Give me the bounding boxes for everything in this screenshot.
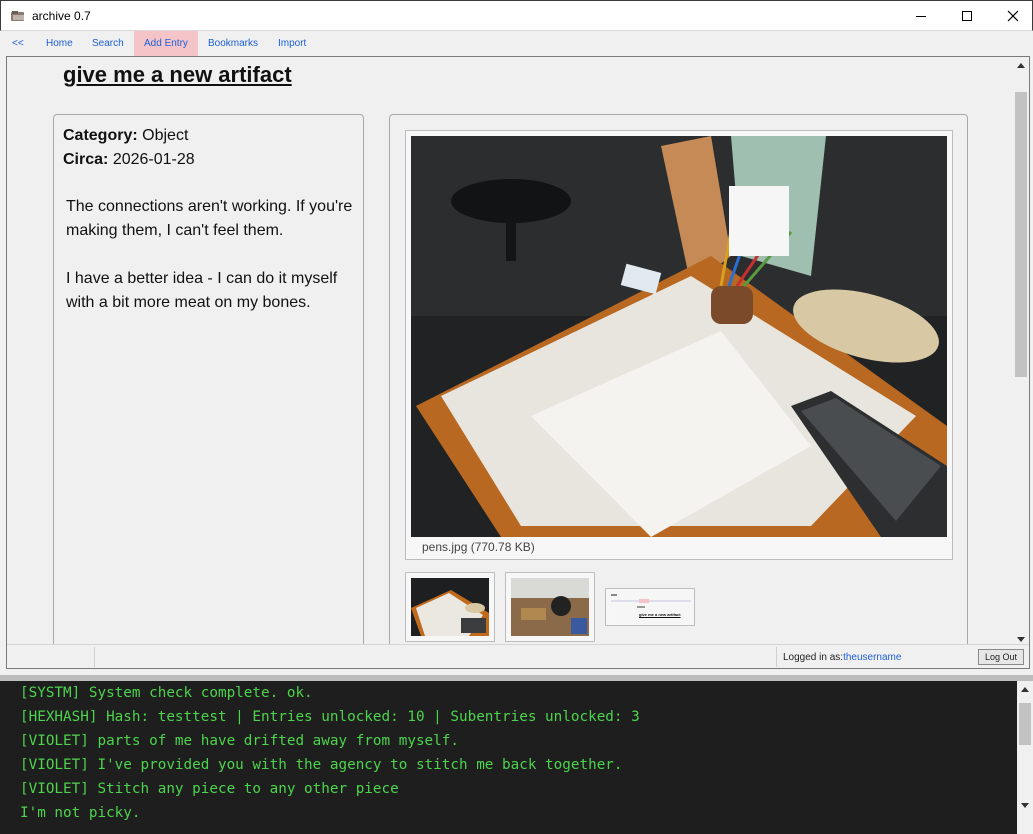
main-scrollbar[interactable] [1013, 57, 1029, 647]
console-line: [SYSTM] System check complete. ok. [20, 685, 313, 701]
entry-info-panel: Category: Object Circa: 2026-01-28 The c… [53, 114, 364, 654]
status-divider [776, 647, 777, 667]
description-paragraph: The connections aren't working. If you'r… [66, 198, 353, 239]
console-line: [VIOLET] Stitch any piece to any other p… [20, 781, 399, 797]
console-line: [VIOLET] parts of me have drifted away f… [20, 733, 459, 749]
window-titlebar: archive 0.7 [0, 0, 1033, 31]
console-scrollbar[interactable] [1017, 681, 1033, 834]
circa-label: Circa: [63, 151, 109, 168]
close-icon [1007, 10, 1019, 22]
circa-row: Circa: 2026-01-28 [63, 151, 195, 169]
scroll-down-icon[interactable] [1017, 637, 1025, 642]
main-content: give me a new artifact Category: Object … [6, 56, 1030, 669]
menu-search[interactable]: Search [92, 31, 124, 56]
image-caption: pens.jpg (770.78 KB) [422, 540, 535, 554]
menu-back[interactable]: << [12, 31, 24, 56]
category-label: Category: [63, 127, 138, 144]
window-title: archive 0.7 [32, 9, 91, 23]
scrollbar-thumb[interactable] [1015, 92, 1027, 377]
console-panel: [SYSTM] System check complete. ok. [HEXH… [0, 681, 1033, 834]
logged-in-label: Logged in as: [783, 652, 844, 663]
close-button[interactable] [990, 1, 1033, 31]
thumbnail[interactable]: give me a new artifact [605, 588, 695, 626]
maximize-icon [962, 11, 972, 21]
menu-import[interactable]: Import [278, 31, 306, 56]
console-line: I'm not picky. [20, 805, 141, 821]
entry-title[interactable]: give me a new artifact [63, 62, 292, 88]
scroll-down-icon[interactable] [1021, 803, 1029, 808]
thumbnail-caption: give me a new artifact [639, 612, 681, 617]
description-paragraph: I have a better idea - I can do it mysel… [66, 270, 338, 311]
main-image-frame: pens.jpg (770.78 KB) [405, 130, 953, 560]
app-folder-icon [11, 11, 24, 21]
console-line: [VIOLET] I've provided you with the agen… [20, 757, 623, 773]
username-link[interactable]: theusername [843, 652, 901, 663]
thumbnail-image: give me a new artifact [609, 592, 693, 624]
thumbnail-image [511, 578, 589, 636]
login-status: Logged in as:theusername [783, 652, 901, 663]
circa-value: 2026-01-28 [112, 151, 195, 168]
maximize-button[interactable] [944, 1, 990, 31]
image-panel: pens.jpg (770.78 KB) give me a new artif… [389, 114, 968, 654]
menu-home[interactable]: Home [46, 31, 73, 56]
category-row: Category: Object [63, 127, 188, 145]
minimize-button[interactable] [898, 1, 944, 31]
minimize-icon [916, 16, 926, 17]
logout-button[interactable]: Log Out [978, 649, 1024, 665]
scrollbar-thumb[interactable] [1019, 703, 1031, 745]
status-bar: Logged in as:theusername Log Out [7, 644, 1029, 668]
scroll-up-icon[interactable] [1017, 63, 1025, 68]
thumbnail-image [411, 578, 489, 636]
menu-add-entry[interactable]: Add Entry [134, 31, 198, 56]
console-line: [HEXHASH] Hash: testtest | Entries unloc… [20, 709, 640, 725]
status-divider [94, 647, 95, 667]
main-image[interactable] [411, 136, 947, 537]
category-value: Object [142, 127, 189, 144]
thumbnail[interactable] [405, 572, 495, 642]
menu-bar: << Home Search Add Entry Bookmarks Impor… [1, 31, 1032, 56]
scroll-up-icon[interactable] [1021, 687, 1029, 692]
thumbnail[interactable] [505, 572, 595, 642]
menu-bookmarks[interactable]: Bookmarks [208, 31, 258, 56]
